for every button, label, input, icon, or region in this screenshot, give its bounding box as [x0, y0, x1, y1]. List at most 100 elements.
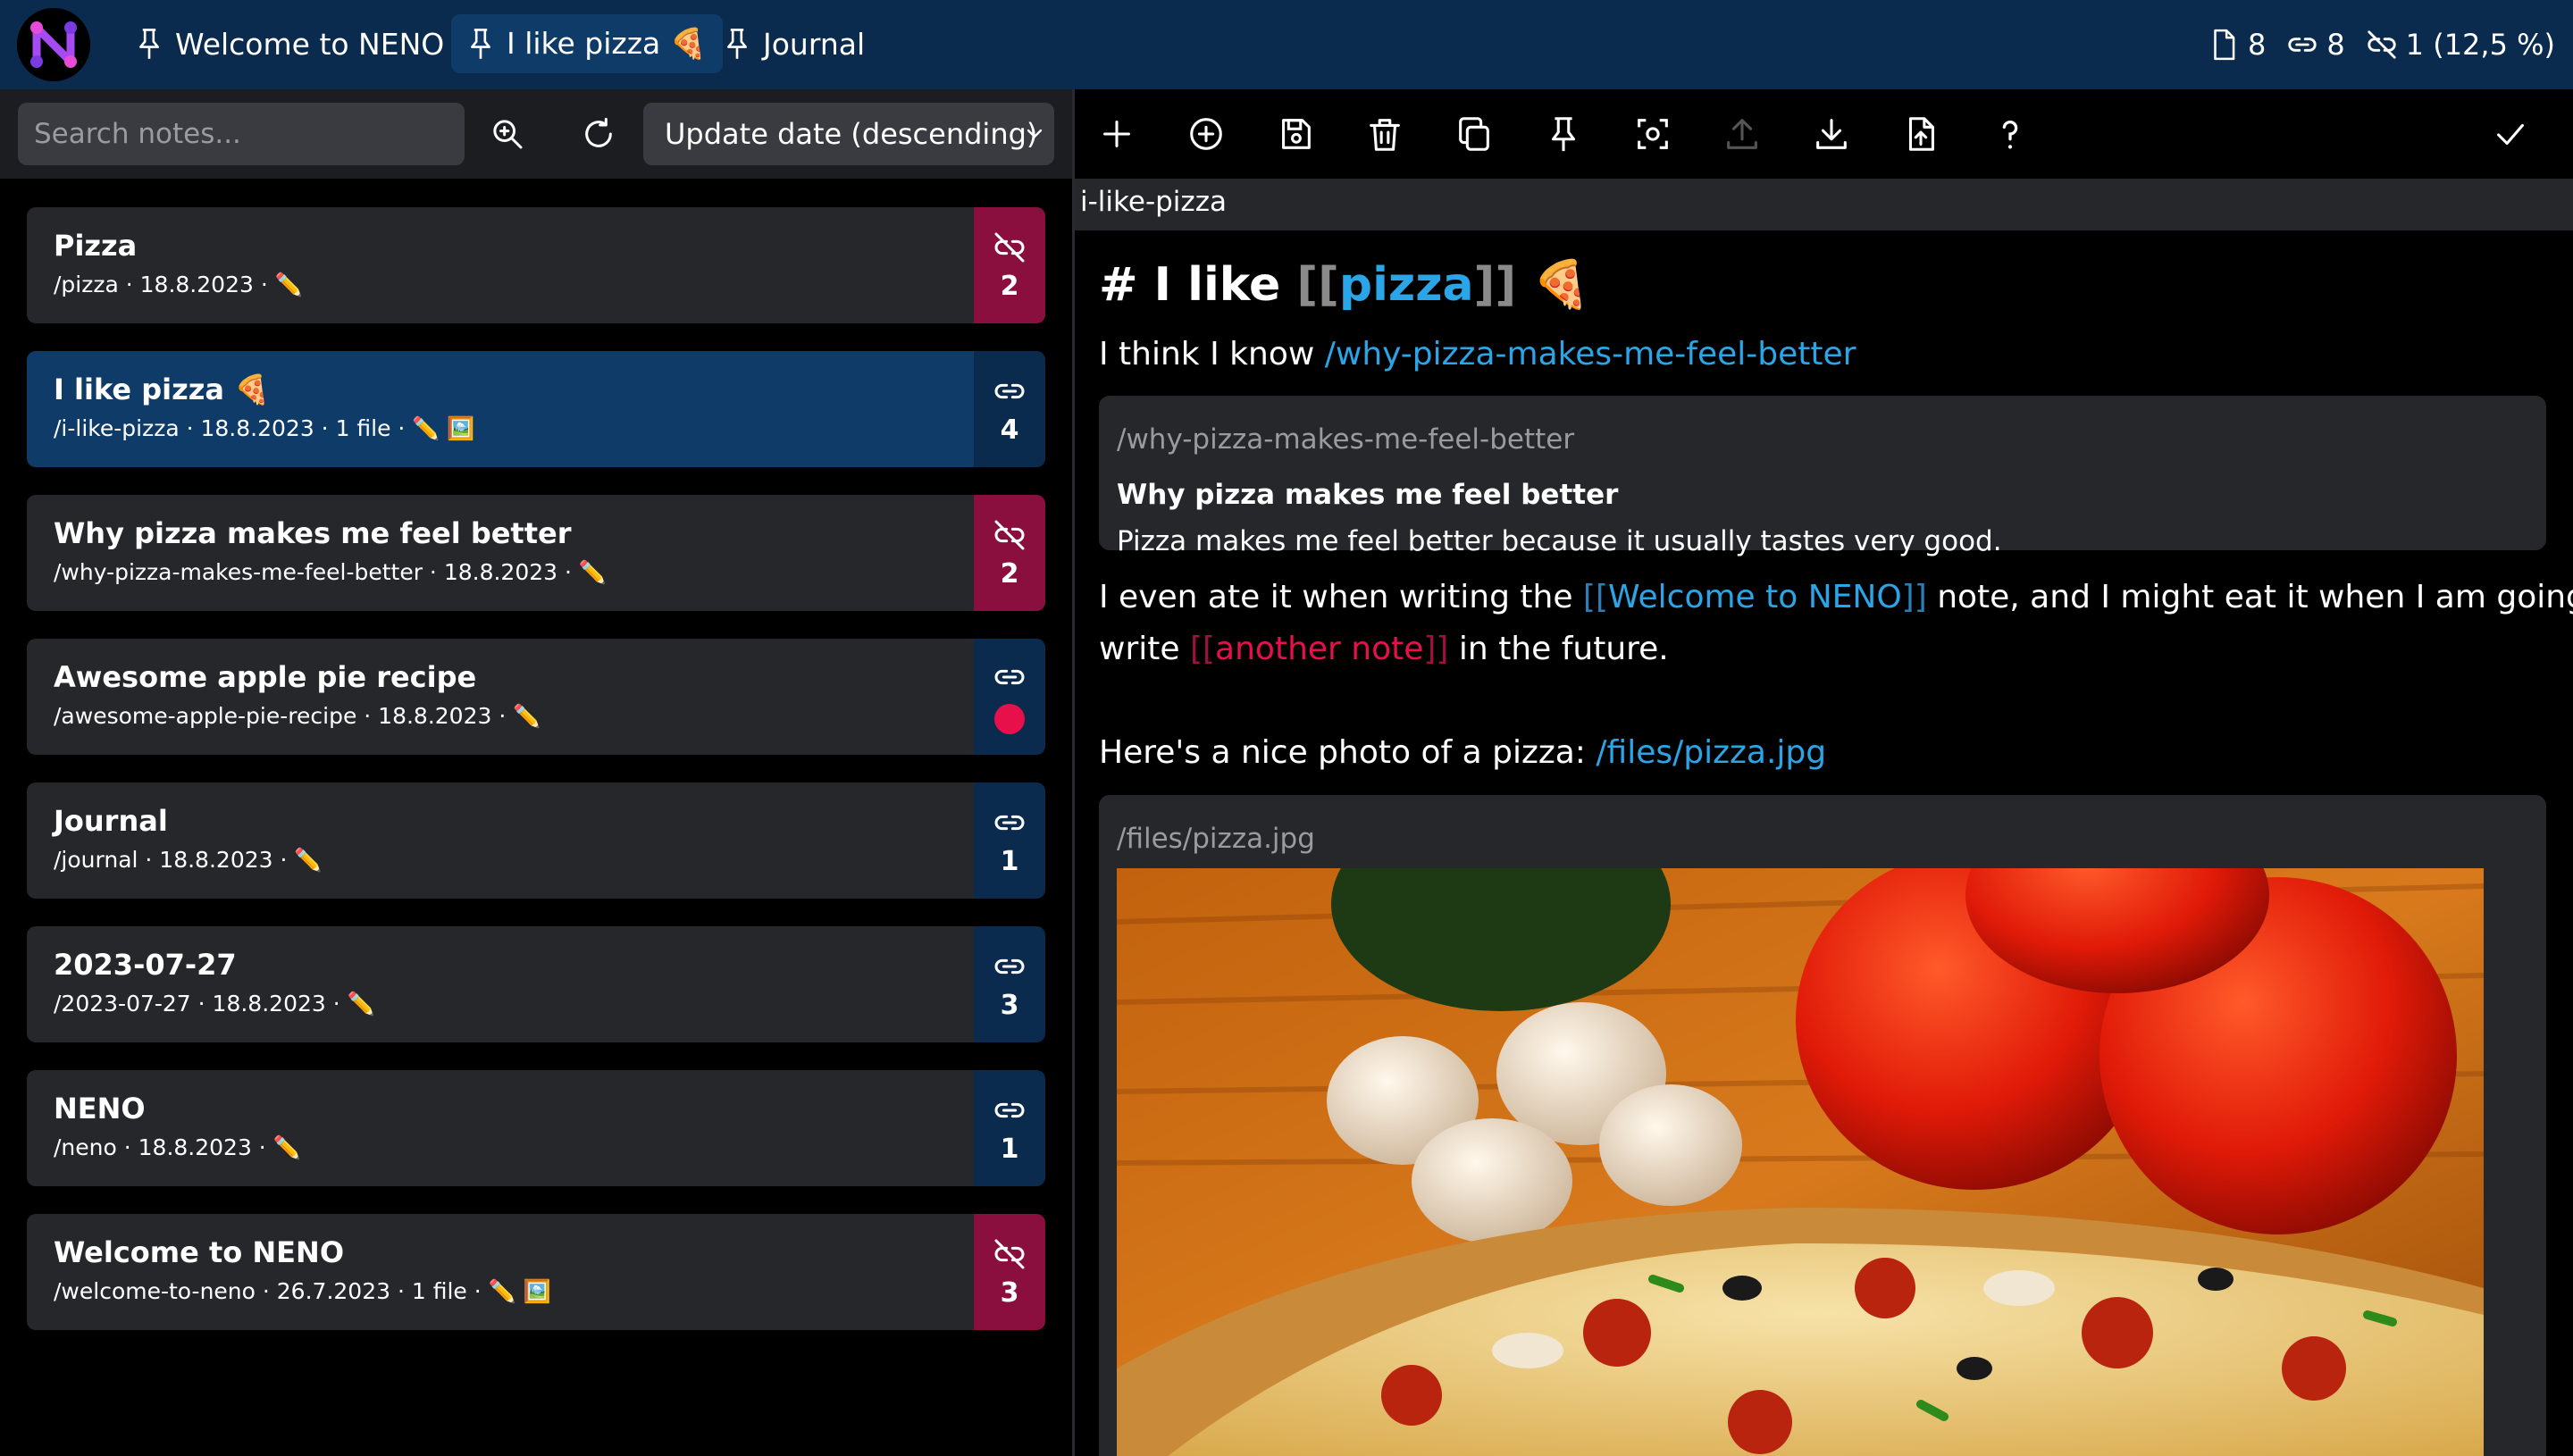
wikilink-welcome-to-neno[interactable]: Welcome to NENO: [1608, 579, 1902, 615]
sort-select-value: Update date (descending): [665, 117, 1038, 151]
upload-icon: [1727, 119, 1757, 149]
stats-bar[interactable]: 8 8 1 (12,5 %): [2187, 0, 2555, 89]
unlinked-icon: [994, 1239, 1025, 1268]
import-file-button[interactable]: [1900, 113, 1941, 155]
help-button[interactable]: [1990, 113, 2031, 155]
transclusion-slug: /why-pizza-makes-me-feel-better: [1117, 423, 1575, 456]
paragraph-3: Here's a nice photo of a pizza: /files/p…: [1099, 734, 1827, 771]
editor-toolbar: [1075, 89, 2573, 179]
unlinked-badge: 2: [974, 495, 1045, 611]
pin-icon: [471, 29, 490, 59]
note-list-item[interactable]: 2023-07-27/2023-07-27 · 18.8.2023 · ✏️ 3: [27, 926, 1045, 1042]
links-count-stat: 8: [2285, 28, 2345, 62]
notes-count: 8: [2247, 28, 2267, 62]
note-title: I like pizza 🍕: [54, 372, 270, 406]
link-count: 2: [1000, 270, 1019, 302]
slug-field[interactable]: i-like-pizza: [1075, 179, 2573, 230]
pin-note-button[interactable]: [1543, 113, 1584, 155]
pin-icon: [139, 29, 159, 59]
note-list-item[interactable]: NENO/neno · 18.8.2023 · ✏️ 1: [27, 1070, 1045, 1186]
unlinked-icon: [2367, 30, 2396, 59]
slashlink-pizza-jpg[interactable]: /files/pizza.jpg: [1596, 734, 1826, 771]
note-meta: /neno · 18.8.2023 · ✏️: [54, 1134, 301, 1160]
note-meta: /journal · 18.8.2023 · ✏️: [54, 847, 323, 873]
note-list-item[interactable]: Pizza/pizza · 18.8.2023 · ✏️ 2: [27, 207, 1045, 323]
delete-button[interactable]: [1364, 113, 1405, 155]
links-badge: 1: [974, 782, 1045, 899]
new-note-button[interactable]: [1096, 113, 1137, 155]
transclusion-why-pizza[interactable]: /why-pizza-makes-me-feel-better Why pizz…: [1099, 396, 2546, 557]
neno-logo-icon[interactable]: [17, 8, 90, 81]
unlinked-icon: [994, 232, 1025, 262]
transclusion-text: Pizza makes me feel better because it us…: [1117, 525, 2002, 557]
note-title: 2023-07-27: [54, 948, 237, 982]
note-meta: /2023-07-27 · 18.8.2023 · ✏️: [54, 991, 375, 1017]
note-title: Journal: [54, 804, 168, 838]
links-badge: [974, 639, 1045, 755]
create-note-button[interactable]: [1186, 113, 1227, 155]
note-list-item[interactable]: Awesome apple pie recipe/awesome-apple-p…: [27, 639, 1045, 755]
wikilink-another-note[interactable]: another note: [1215, 631, 1423, 667]
link-icon: [994, 958, 1025, 974]
note-heading: # I like [[pizza]] 🍕: [1099, 258, 1590, 312]
search-bar: Update date (descending): [0, 89, 1072, 179]
note-title: Welcome to NENO: [54, 1235, 345, 1269]
note-meta: /i-like-pizza · 18.8.2023 · 1 file · ✏️ …: [54, 415, 475, 441]
unlinked-count-stat: 1 (12,5 %): [2365, 28, 2555, 62]
note-list-item[interactable]: Journal/journal · 18.8.2023 · ✏️ 1: [27, 782, 1045, 899]
trash-icon: [1370, 119, 1400, 151]
top-bar: Welcome to NENO I like pizza 🍕 Journal 8…: [0, 0, 2573, 89]
sort-select[interactable]: Update date (descending): [643, 103, 1054, 165]
import-file-icon: [1908, 117, 1934, 151]
heading-wikilink[interactable]: pizza: [1339, 258, 1474, 312]
transclusion-slug: /files/pizza.jpg: [1117, 823, 1315, 855]
save-button[interactable]: [1275, 113, 1316, 155]
links-count: 8: [2326, 28, 2345, 62]
editor-panel: i-like-pizza # I like [[pizza]] 🍕 I thin…: [1075, 89, 2573, 1456]
link-icon: [994, 669, 1025, 685]
transclusion-pizza-image[interactable]: /files/pizza.jpg: [1099, 795, 2546, 1456]
note-list-item[interactable]: I like pizza 🍕 /i-like-pizza · 18.8.2023 …: [27, 351, 1045, 467]
link-icon: [994, 815, 1025, 830]
check-icon: [2497, 123, 2524, 146]
note-list-item[interactable]: Why pizza makes me feel better/why-pizza…: [27, 495, 1045, 611]
note-list-item[interactable]: Welcome to NENO/welcome-to-neno · 26.7.2…: [27, 1214, 1045, 1330]
search-input[interactable]: [18, 103, 465, 165]
slashlink-why-pizza[interactable]: /why-pizza-makes-me-feel-better: [1325, 336, 1856, 372]
add-circle-icon: [1190, 118, 1222, 150]
document-icon: [2214, 29, 2235, 61]
download-button[interactable]: [1811, 113, 1852, 155]
refresh-button[interactable]: [581, 116, 616, 152]
search-button[interactable]: [490, 116, 525, 152]
chevron-down-icon: [1027, 129, 1043, 138]
pinned-tab-journal[interactable]: Journal: [708, 14, 881, 73]
link-icon: [994, 1102, 1025, 1117]
confirm-button[interactable]: [2490, 113, 2531, 155]
duplicate-button[interactable]: [1454, 113, 1495, 155]
open-graph-button[interactable]: [1632, 113, 1673, 155]
note-meta: /pizza · 18.8.2023 · ✏️: [54, 272, 303, 297]
pin-icon: [1551, 117, 1576, 152]
links-badge: 1: [974, 1070, 1045, 1186]
transclusion-title: Why pizza makes me feel better: [1117, 479, 1619, 511]
plus-icon: [1103, 121, 1130, 147]
paragraph-1: I think I know /why-pizza-makes-me-feel-…: [1099, 336, 1856, 372]
unlinked-icon: [994, 520, 1025, 549]
zoom-search-icon: [493, 120, 523, 149]
note-list-panel: Update date (descending) Pizza/pizza · 1…: [0, 89, 1072, 1456]
pinned-tab-label: I like pizza 🍕: [507, 26, 707, 61]
upload-button[interactable]: [1722, 113, 1763, 155]
note-title: NENO: [54, 1092, 146, 1125]
unlinked-count: 1 (12,5 %): [2405, 28, 2555, 62]
pinned-tab-i-like-pizza[interactable]: I like pizza 🍕: [451, 14, 723, 73]
pinned-tab-welcome[interactable]: Welcome to NENO: [120, 14, 460, 73]
paragraph-2-line-1: I even ate it when writing the [[Welcome…: [1099, 579, 2573, 615]
link-count: 1: [1000, 845, 1019, 877]
unlinked-badge: 3: [974, 1214, 1045, 1330]
link-count: 3: [1000, 1276, 1019, 1309]
note-title: Awesome apple pie recipe: [54, 660, 477, 694]
note-title: Why pizza makes me feel better: [54, 516, 572, 550]
pizza-photo: [1117, 868, 2484, 1456]
paragraph-2-line-2: write [[another note]] in the future.: [1099, 631, 1669, 667]
link-icon: [2288, 38, 2317, 52]
